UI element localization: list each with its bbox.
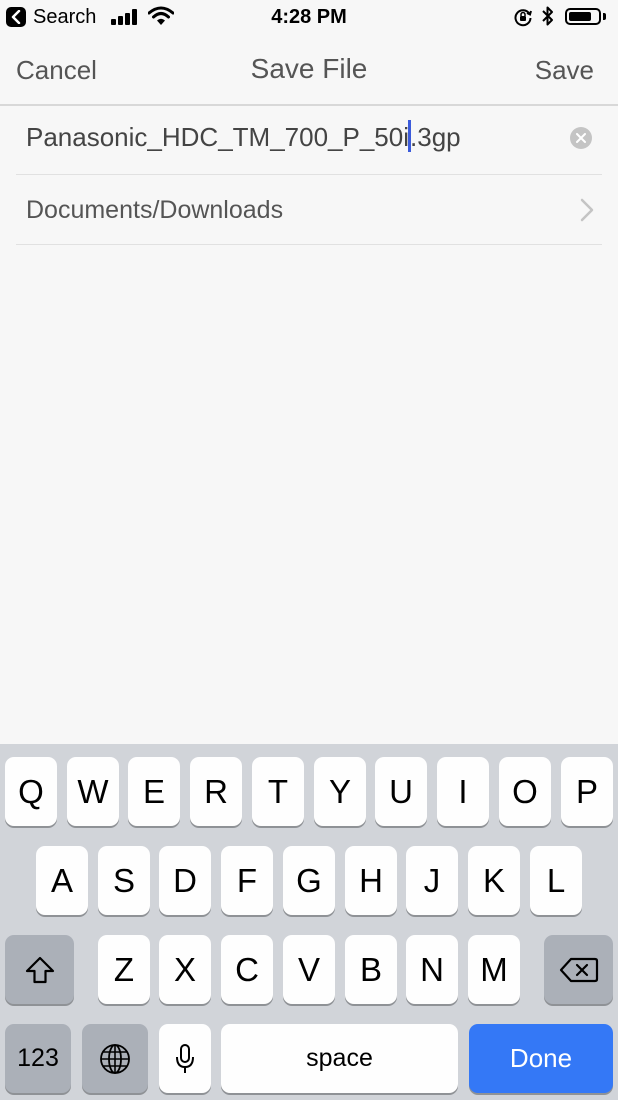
key-o[interactable]: O	[499, 757, 551, 826]
done-key[interactable]: Done	[469, 1024, 613, 1093]
key-m[interactable]: M	[468, 935, 520, 1004]
key-n[interactable]: N	[406, 935, 458, 1004]
microphone-icon	[176, 1043, 194, 1073]
space-key[interactable]: space	[221, 1024, 458, 1093]
battery-icon	[565, 8, 601, 25]
key-x[interactable]: X	[159, 935, 211, 1004]
key-b[interactable]: B	[345, 935, 397, 1004]
key-f[interactable]: F	[221, 846, 273, 915]
shift-key[interactable]	[5, 935, 74, 1004]
save-file-screen: Search 4:28 PM Cancel Save File Save Pan…	[0, 0, 618, 1100]
key-e[interactable]: E	[128, 757, 180, 826]
destination-folder-row[interactable]: Documents/Downloads	[16, 176, 602, 245]
battery-tip	[603, 13, 606, 20]
dictation-key[interactable]	[159, 1024, 211, 1093]
key-q[interactable]: Q	[5, 757, 57, 826]
key-w[interactable]: W	[67, 757, 119, 826]
key-g[interactable]: G	[283, 846, 335, 915]
key-d[interactable]: D	[159, 846, 211, 915]
globe-icon	[100, 1043, 130, 1074]
key-a[interactable]: A	[36, 846, 88, 915]
chevron-right-icon	[580, 198, 594, 222]
key-r[interactable]: R	[190, 757, 242, 826]
rotation-lock-icon	[514, 9, 532, 27]
key-u[interactable]: U	[375, 757, 427, 826]
key-z[interactable]: Z	[98, 935, 150, 1004]
key-j[interactable]: J	[406, 846, 458, 915]
filename-input[interactable]: Panasonic_HDC_TM_700_P_50i.3gp	[26, 120, 461, 154]
backspace-key[interactable]	[544, 935, 613, 1004]
key-v[interactable]: V	[283, 935, 335, 1004]
filename-text-after-cursor: .3gp	[410, 122, 461, 152]
shift-icon	[25, 956, 54, 983]
key-y[interactable]: Y	[314, 757, 366, 826]
numbers-key[interactable]: 123	[5, 1024, 71, 1093]
page-title: Save File	[250, 53, 368, 84]
key-i[interactable]: I	[437, 757, 489, 826]
key-k[interactable]: K	[468, 846, 520, 915]
filename-text-before-cursor: Panasonic_HDC_TM_700_P_50i	[26, 122, 410, 152]
backspace-icon	[559, 957, 598, 982]
globe-key[interactable]	[82, 1024, 148, 1093]
onscreen-keyboard: Q W E R T Y U I O P A S D F G H J K L Z …	[0, 744, 618, 1100]
status-bar: Search 4:28 PM	[0, 0, 618, 36]
key-t[interactable]: T	[252, 757, 304, 826]
bluetooth-icon	[542, 6, 553, 26]
key-h[interactable]: H	[345, 846, 397, 915]
key-s[interactable]: S	[98, 846, 150, 915]
navigation-bar: Cancel Save File Save	[0, 36, 618, 106]
key-c[interactable]: C	[221, 935, 273, 1004]
folder-path-label: Documents/Downloads	[26, 196, 284, 224]
key-l[interactable]: L	[530, 846, 582, 915]
save-button[interactable]: Save	[535, 53, 594, 87]
key-p[interactable]: P	[561, 757, 613, 826]
filename-field[interactable]: Panasonic_HDC_TM_700_P_50i.3gp	[16, 106, 602, 175]
clear-text-icon[interactable]	[570, 127, 592, 149]
